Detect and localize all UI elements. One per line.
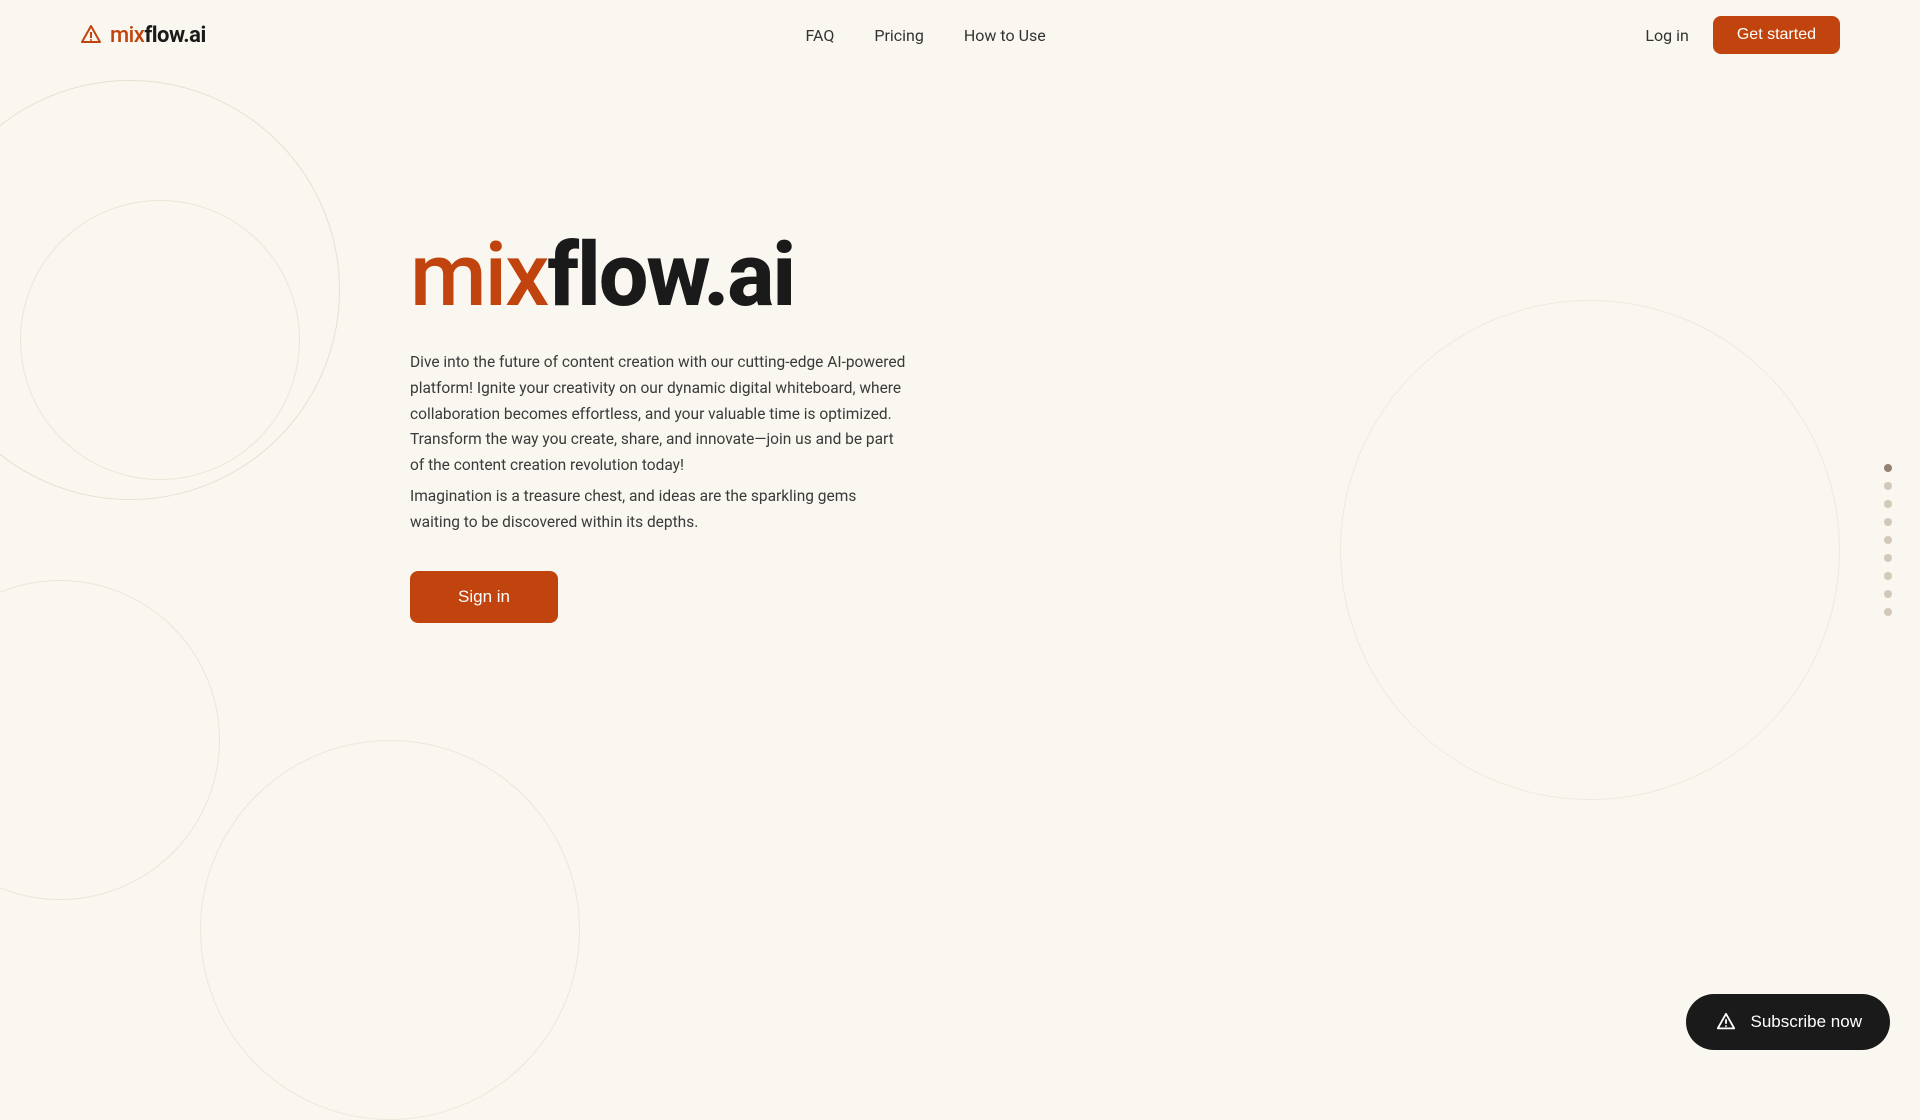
side-dot-7[interactable] <box>1884 572 1892 580</box>
logo[interactable]: mixflow.ai <box>80 23 206 48</box>
sign-in-button[interactable]: Sign in <box>410 571 558 623</box>
logo-mix: mix <box>110 23 144 48</box>
side-dot-5[interactable] <box>1884 536 1892 544</box>
nav-how-to-use[interactable]: How to Use <box>964 26 1046 45</box>
subscribe-label: Subscribe now <box>1750 1012 1862 1032</box>
nav-links: FAQ Pricing How to Use <box>806 26 1046 45</box>
hero-title-flowai: flow.ai <box>547 224 794 327</box>
logo-flow: flow <box>144 23 183 48</box>
hero-tagline: Imagination is a treasure chest, and ide… <box>410 484 890 535</box>
side-dot-2[interactable] <box>1884 482 1892 490</box>
logo-text: mixflow.ai <box>110 23 206 48</box>
side-dot-3[interactable] <box>1884 500 1892 508</box>
hero-description: Dive into the future of content creation… <box>410 350 910 478</box>
navbar: mixflow.ai FAQ Pricing How to Use Log in… <box>0 0 1920 70</box>
bg-arc-bottom <box>200 740 580 1120</box>
side-dot-9[interactable] <box>1884 608 1892 616</box>
subscribe-button[interactable]: Subscribe now <box>1686 994 1890 1050</box>
main-content: mixflow.ai Dive into the future of conte… <box>0 70 1920 623</box>
nav-pricing[interactable]: Pricing <box>874 26 924 45</box>
nav-actions: Log in Get started <box>1645 16 1840 54</box>
side-dot-4[interactable] <box>1884 518 1892 526</box>
nav-faq[interactable]: FAQ <box>806 26 835 45</box>
get-started-button[interactable]: Get started <box>1713 16 1840 54</box>
side-dots-nav <box>1884 464 1892 616</box>
bg-arc-left <box>0 580 220 900</box>
logo-ai: .ai <box>183 23 205 48</box>
hero-title-mix: mix <box>410 224 547 327</box>
subscribe-icon <box>1714 1010 1738 1034</box>
login-link[interactable]: Log in <box>1645 26 1688 45</box>
logo-icon <box>80 24 102 46</box>
side-dot-8[interactable] <box>1884 590 1892 598</box>
side-dot-1[interactable] <box>1884 464 1892 472</box>
side-dot-6[interactable] <box>1884 554 1892 562</box>
hero-title: mixflow.ai <box>410 230 1920 322</box>
